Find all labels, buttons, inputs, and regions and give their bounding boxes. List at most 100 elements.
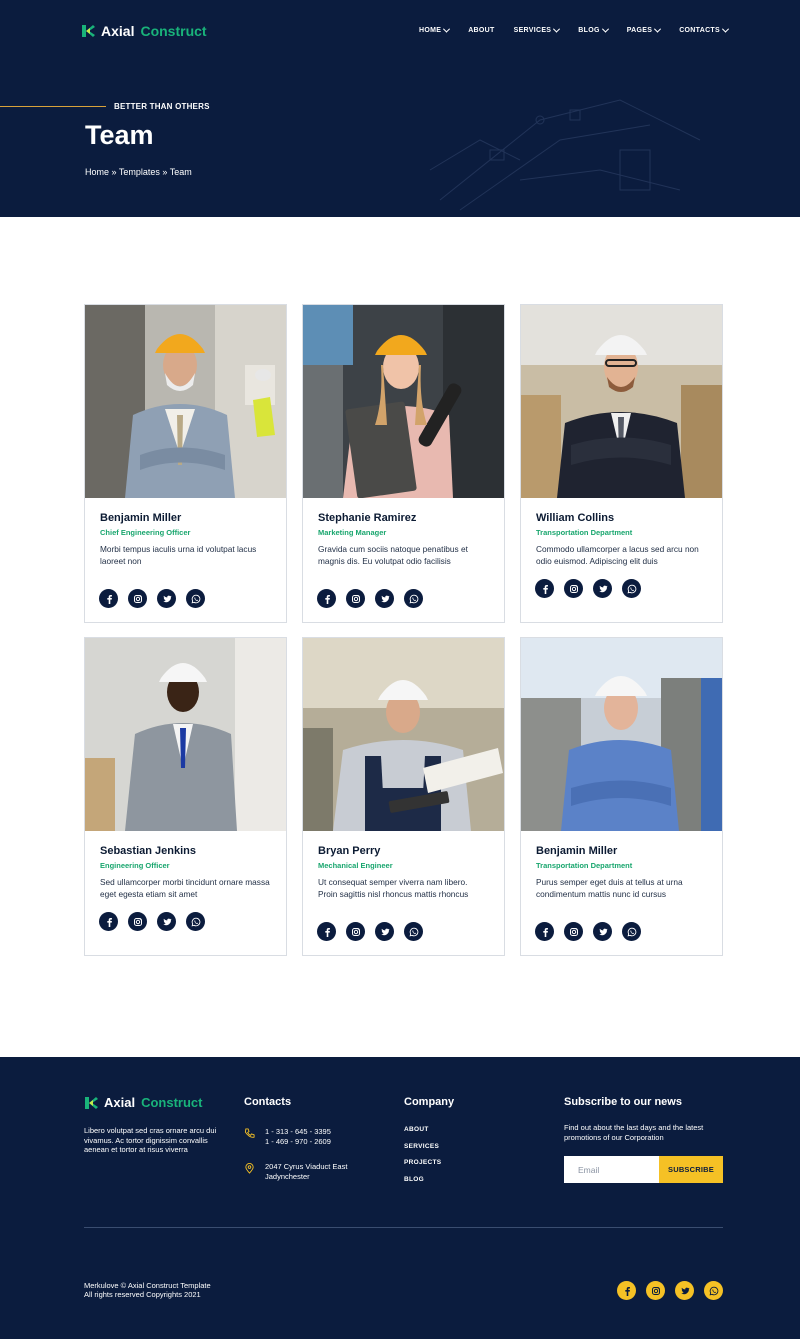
copyright: Merkulove © Axial Construct Template All… — [84, 1281, 211, 1299]
member-role: Engineering Officer — [100, 861, 170, 870]
facebook-button[interactable] — [317, 589, 336, 608]
brand-logo[interactable]: Axial Construct — [81, 23, 207, 39]
twitter-icon — [380, 928, 389, 935]
whatsapp-icon — [627, 584, 636, 593]
nav-pages[interactable]: PAGES — [627, 25, 662, 34]
whatsapp-button[interactable] — [186, 589, 205, 608]
breadcrumb[interactable]: Home » Templates » Team — [85, 167, 192, 177]
newsletter-text: Find out about the last days and the lat… — [564, 1123, 704, 1142]
whatsapp-button[interactable] — [404, 589, 423, 608]
newsletter-heading: Subscribe to our news — [564, 1096, 682, 1108]
instagram-button[interactable] — [346, 922, 365, 941]
twitter-icon — [680, 1287, 689, 1294]
whatsapp-button[interactable] — [704, 1281, 723, 1300]
member-socials — [535, 922, 641, 941]
company-links: ABOUT SERVICES PROJECTS BLOG — [404, 1126, 441, 1193]
facebook-icon — [324, 927, 330, 937]
footer-link-blog[interactable]: BLOG — [404, 1176, 441, 1183]
instagram-button[interactable] — [346, 589, 365, 608]
member-bio: Ut consequat semper viverra nam libero. … — [318, 877, 469, 899]
subscribe-button[interactable]: SUBSCRIBE — [659, 1156, 723, 1183]
twitter-button[interactable] — [593, 579, 612, 598]
twitter-button[interactable] — [157, 912, 176, 931]
team-card: Bryan Perry Mechanical Engineer Ut conse… — [302, 637, 505, 956]
facebook-icon — [106, 594, 112, 604]
nav-about[interactable]: ABOUT — [468, 27, 494, 34]
contacts-heading: Contacts — [244, 1096, 292, 1108]
twitter-icon — [598, 928, 607, 935]
footer-link-projects[interactable]: PROJECTS — [404, 1159, 441, 1166]
footer-socials — [617, 1281, 723, 1300]
facebook-button[interactable] — [317, 922, 336, 941]
twitter-button[interactable] — [675, 1281, 694, 1300]
nav-services[interactable]: SERVICES — [514, 25, 561, 34]
whatsapp-button[interactable] — [186, 912, 205, 931]
twitter-button[interactable] — [157, 589, 176, 608]
footer-brand-logo[interactable]: Axial Construct — [84, 1095, 202, 1110]
phone-number[interactable]: 1 - 313 - 645 - 3395 — [265, 1127, 331, 1137]
member-role: Transportation Department — [536, 861, 633, 870]
team-member-photo — [85, 638, 286, 831]
team-member-photo — [85, 305, 286, 498]
member-name: Benjamin Miller — [100, 512, 182, 524]
member-name: Stephanie Ramirez — [318, 512, 417, 524]
nav-label: ABOUT — [468, 27, 495, 34]
eyebrow-text: BETTER THAN OTHERS — [114, 102, 210, 111]
phone-icon — [244, 1128, 255, 1138]
whatsapp-icon — [191, 917, 200, 926]
instagram-button[interactable] — [564, 922, 583, 941]
phone-block: 1 - 313 - 645 - 3395 1 - 469 - 970 - 260… — [244, 1127, 331, 1146]
nav-label: BLOG — [578, 27, 600, 34]
axial-logo-icon — [82, 25, 95, 37]
footer-link-services[interactable]: SERVICES — [404, 1143, 441, 1150]
phone-number[interactable]: 1 - 469 - 970 - 2609 — [265, 1137, 331, 1147]
facebook-button[interactable] — [99, 912, 118, 931]
nav-label: HOME — [419, 27, 442, 34]
whatsapp-button[interactable] — [622, 922, 641, 941]
member-socials — [535, 579, 641, 598]
instagram-icon — [133, 594, 142, 603]
member-name: William Collins — [536, 512, 615, 524]
axial-logo-icon — [85, 1096, 98, 1109]
team-member-photo — [521, 305, 722, 498]
instagram-button[interactable] — [564, 579, 583, 598]
instagram-button[interactable] — [128, 589, 147, 608]
twitter-icon — [380, 595, 389, 602]
address-block: 2047 Cyrus Viaduct East Jadynchester — [244, 1162, 347, 1181]
facebook-button[interactable] — [535, 922, 554, 941]
member-name: Sebastian Jenkins — [100, 845, 196, 857]
team-card: Sebastian Jenkins Engineering Officer Se… — [84, 637, 287, 956]
instagram-icon — [651, 1286, 660, 1295]
facebook-button[interactable] — [535, 579, 554, 598]
copyright-line: Merkulove © Axial Construct Template — [84, 1281, 211, 1290]
nav-contacts[interactable]: CONTACTS — [679, 25, 730, 34]
member-socials — [99, 589, 205, 608]
facebook-icon — [106, 917, 112, 927]
email-field[interactable] — [564, 1156, 660, 1183]
chevron-down-icon — [654, 25, 662, 33]
footer-divider — [84, 1227, 723, 1228]
twitter-button[interactable] — [375, 922, 394, 941]
brand-word-1: Axial — [104, 1095, 136, 1110]
chevron-down-icon — [601, 25, 609, 33]
nav-blog[interactable]: BLOG — [578, 25, 609, 34]
instagram-icon — [133, 917, 142, 926]
footer-link-about[interactable]: ABOUT — [404, 1126, 441, 1133]
facebook-button[interactable] — [99, 589, 118, 608]
member-socials — [99, 912, 205, 931]
facebook-button[interactable] — [617, 1281, 636, 1300]
brand-word-1: Axial — [101, 23, 135, 39]
member-socials — [317, 922, 423, 941]
member-name: Benjamin Miller — [536, 845, 618, 857]
twitter-button[interactable] — [593, 922, 612, 941]
twitter-button[interactable] — [375, 589, 394, 608]
chevron-down-icon — [443, 25, 451, 33]
instagram-icon — [569, 927, 578, 936]
twitter-icon — [162, 595, 171, 602]
instagram-button[interactable] — [128, 912, 147, 931]
nav-home[interactable]: HOME — [419, 25, 451, 34]
instagram-button[interactable] — [646, 1281, 665, 1300]
whatsapp-button[interactable] — [404, 922, 423, 941]
member-name: Bryan Perry — [318, 845, 381, 857]
whatsapp-button[interactable] — [622, 579, 641, 598]
